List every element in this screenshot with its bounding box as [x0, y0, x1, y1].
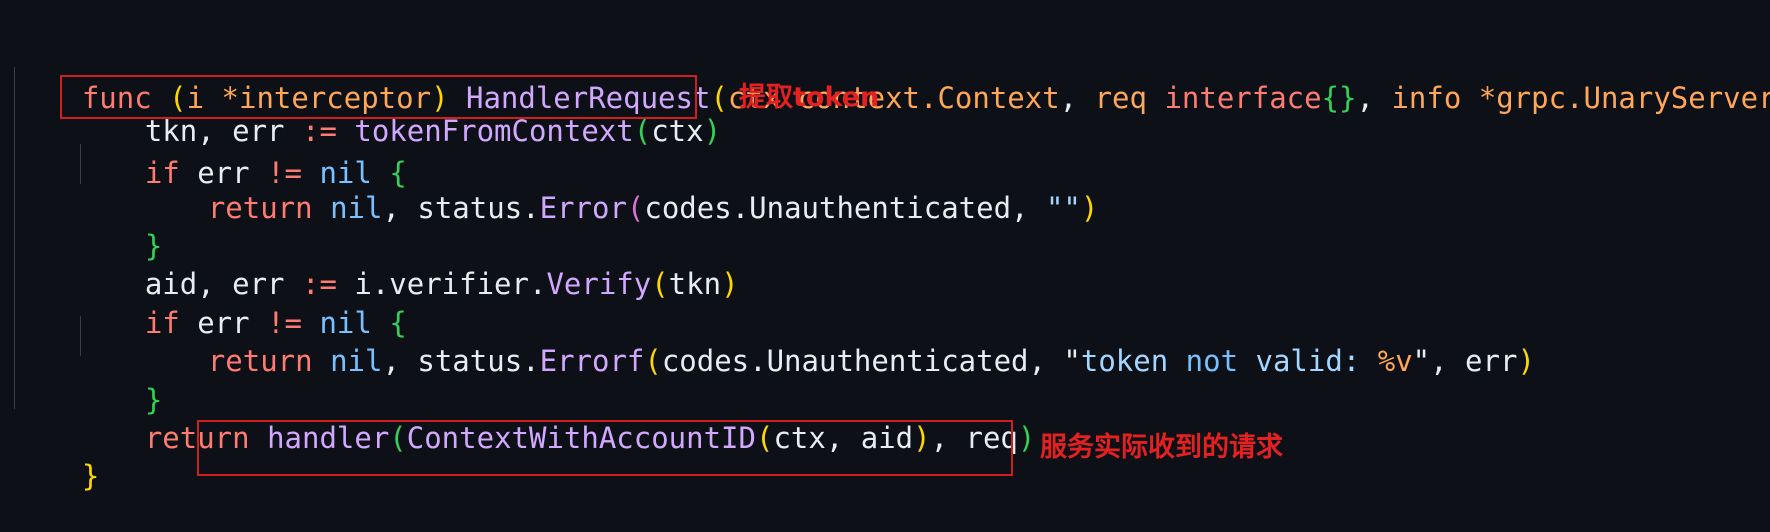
token-string: "" — [1045, 191, 1081, 225]
token-paren: ( — [644, 344, 662, 378]
token-paren: ) — [1080, 191, 1099, 225]
token-punct: , — [1356, 81, 1392, 115]
code-line-11[interactable]: } — [12, 412, 99, 493]
code-line-7[interactable]: if err != nil { — [75, 259, 407, 340]
code-line-10[interactable]: return handler(ContextWithAccountID(ctx,… — [75, 374, 1036, 455]
annotation-label-token: 提取token — [739, 82, 880, 113]
token-arg: tkn — [668, 267, 722, 301]
token-paren: ( — [633, 114, 652, 148]
token-paren: ( — [651, 267, 669, 301]
token-quote: " — [1063, 344, 1081, 378]
token-braces: {} — [1321, 81, 1357, 115]
token-constant: nil — [330, 344, 383, 378]
token-package: status. — [417, 344, 540, 378]
token-keyword: interface — [1164, 81, 1322, 115]
token-string: valid: — [1238, 344, 1378, 378]
token-function-call: Verify — [546, 267, 652, 301]
annotation-label-request: 服务实际收到的请求 — [1040, 432, 1283, 463]
token-quote: " — [1412, 344, 1431, 378]
token-paren: ) — [703, 114, 722, 148]
annotation-box-token — [60, 75, 697, 119]
token-brace: } — [81, 459, 100, 493]
code-line-6[interactable]: aid, err := i.verifier.Verify(tkn) — [75, 220, 739, 301]
token-paren: ) — [1017, 421, 1036, 455]
token-arg: ctx — [651, 114, 704, 148]
code-editor[interactable]: func (i *interceptor) HandlerRequest(ctx… — [0, 0, 1770, 532]
token-paren: ) — [721, 267, 739, 301]
token-param: req — [1094, 81, 1147, 115]
token-arg: codes.Unauthenticated, — [661, 344, 1064, 378]
token-arg: , err — [1430, 344, 1518, 378]
annotation-box-request — [197, 420, 1013, 476]
token-punct: , — [382, 344, 418, 378]
token-string-word: not — [1185, 344, 1239, 378]
token-type: *grpc.UnaryServerIn — [1478, 81, 1770, 115]
token-format-verb: %v — [1377, 344, 1413, 378]
token-param: info — [1391, 81, 1462, 115]
token-function-call: Errorf — [539, 344, 645, 378]
token-string: token — [1080, 344, 1186, 378]
code-line-9[interactable]: } — [75, 336, 162, 417]
token-paren: ) — [1517, 344, 1535, 378]
token-keyword: return — [207, 344, 313, 378]
token-punct: , — [1059, 81, 1095, 115]
code-line-4[interactable]: return nil, status.Error(codes.Unauthent… — [138, 144, 1099, 225]
code-line-5[interactable]: } — [75, 182, 162, 263]
code-line-8[interactable]: return nil, status.Errorf(codes.Unauthen… — [138, 297, 1535, 378]
